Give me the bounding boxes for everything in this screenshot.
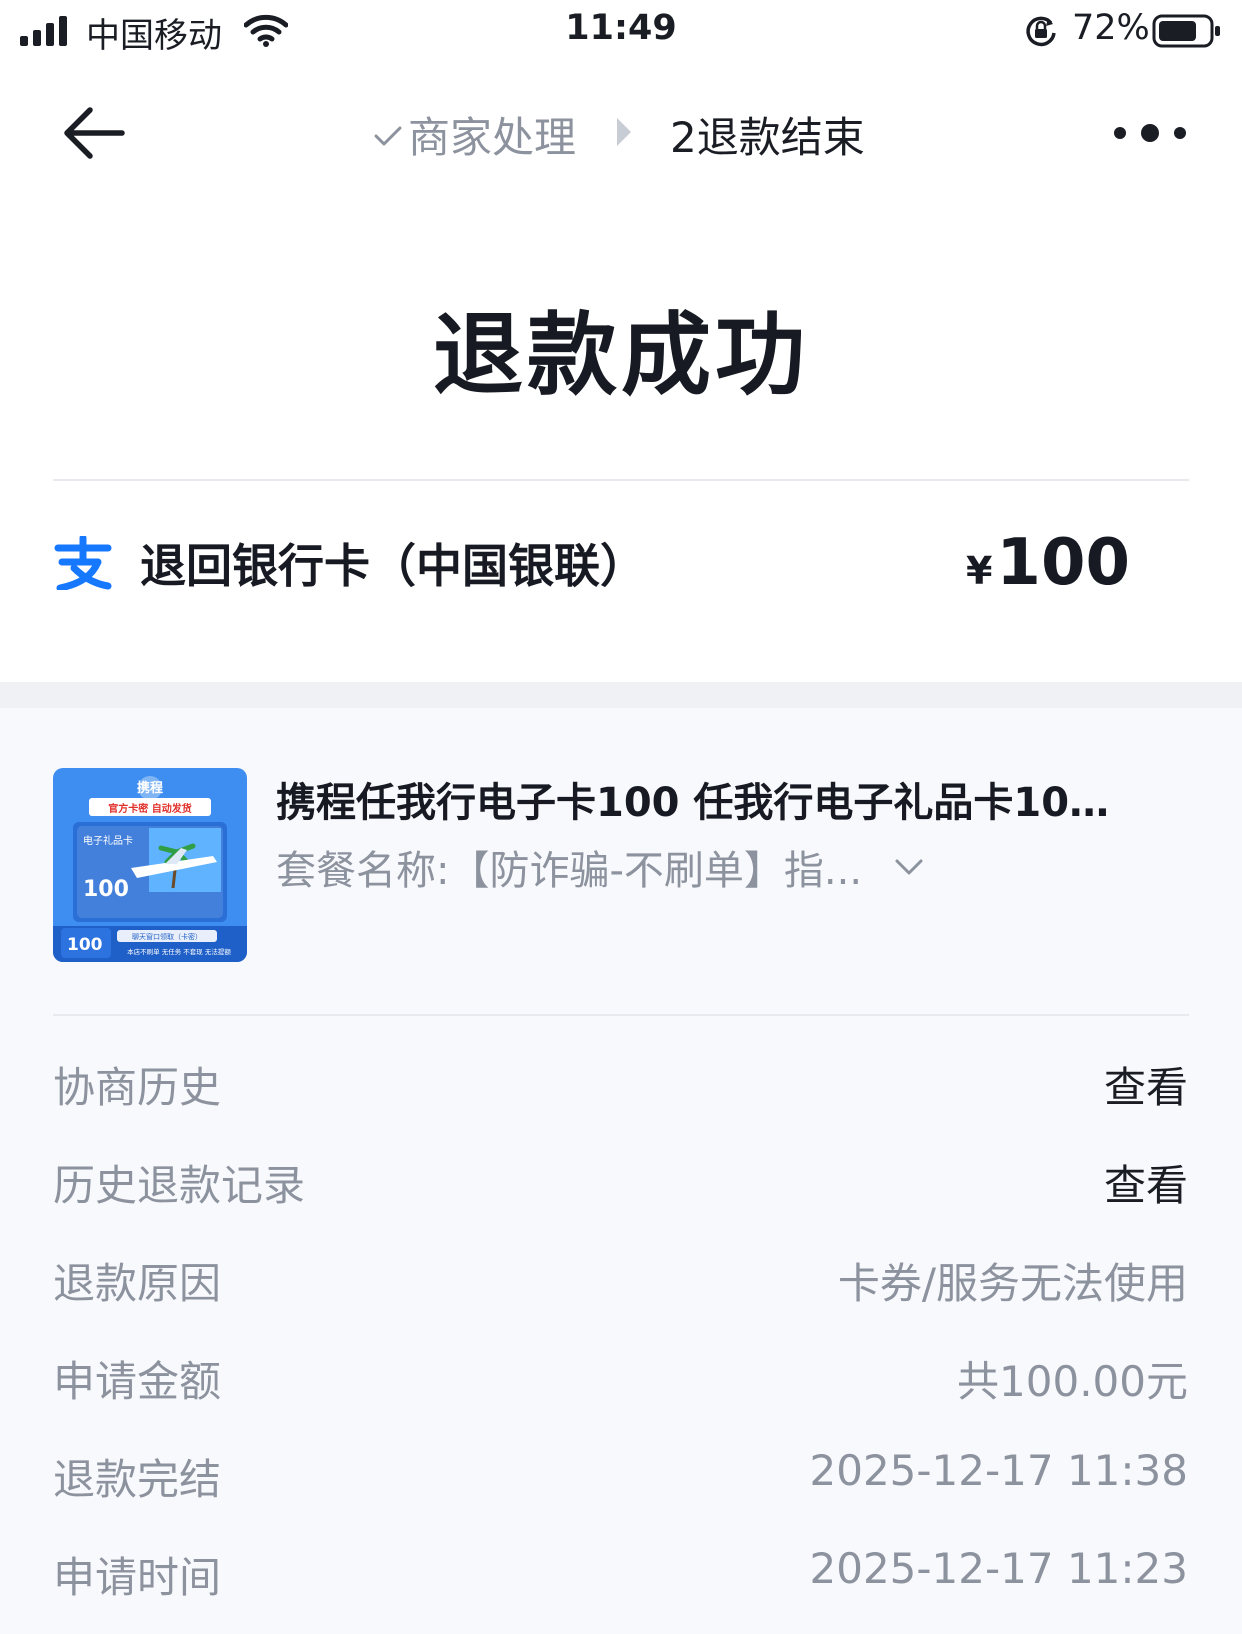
row-label-request-time: 申请时间 <box>53 1553 222 1602</box>
refund-completed-time: 2025-12-17 11:38 <box>809 1446 1188 1495</box>
row-label-refund-reason: 退款原因 <box>53 1259 222 1308</box>
package-name: 套餐名称:【防诈骗-不刷单】指... <box>276 848 863 894</box>
step-done-label: 商家处理 <box>408 113 577 162</box>
refund-destination: 退回银行卡（中国银联） <box>140 539 646 593</box>
divider <box>53 1014 1189 1016</box>
thumb-card-label: 电子礼品卡 <box>83 834 133 847</box>
requested-amount-value: 共100.00元 <box>957 1357 1188 1406</box>
refund-amount: ¥ 100 <box>966 526 1130 600</box>
product-thumbnail[interactable]: 携程 官方卡密 自动发货 电子礼品卡 100 100 聊天窗口领取（卡密） 本店… <box>53 768 247 962</box>
currency-symbol: ¥ <box>965 549 993 593</box>
more-icon[interactable] <box>1112 112 1188 154</box>
back-arrow-icon[interactable] <box>60 104 128 162</box>
step-current-label: 2退款结束 <box>670 113 865 162</box>
thumb-card-value: 100 <box>83 877 129 902</box>
request-time-value: 2025-12-17 11:23 <box>809 1544 1188 1593</box>
amount-value: 100 <box>996 526 1130 600</box>
package-selector[interactable]: 套餐名称:【防诈骗-不刷单】指... <box>276 838 926 896</box>
thumb-bottom-value: 100 <box>67 935 103 955</box>
page-title: 退款成功 <box>433 303 809 408</box>
thumb-brand: 携程 <box>137 780 163 796</box>
row-label-negotiation-history: 协商历史 <box>53 1063 222 1112</box>
status-bar: 中国移动 11:49 72% <box>0 0 1242 62</box>
thumb-note2: 本店不刷单 无任务 不套现 无法提额 <box>127 947 231 956</box>
section-separator <box>0 682 1242 708</box>
thumb-note1: 聊天窗口领取（卡密） <box>132 932 202 941</box>
thumb-banner: 官方卡密 自动发货 <box>108 802 191 815</box>
row-label-requested-amount: 申请金额 <box>53 1357 222 1406</box>
row-label-refund-completed: 退款完结 <box>53 1455 222 1504</box>
view-negotiation-history-link[interactable]: 查看 <box>1104 1054 1188 1115</box>
row-label-refund-history: 历史退款记录 <box>53 1161 306 1210</box>
alipay-icon <box>54 536 112 590</box>
rotation-lock-icon <box>1026 16 1056 47</box>
view-refund-history-link[interactable]: 查看 <box>1104 1152 1188 1213</box>
chevron-down-icon <box>895 859 923 875</box>
step-arrow-icon <box>617 118 631 146</box>
check-icon <box>374 126 402 145</box>
product-title[interactable]: 携程任我行电子卡100 任我行电子礼品卡100... <box>276 770 1136 828</box>
step-merchant-processing: 商家处理 <box>372 104 576 165</box>
divider <box>53 479 1189 481</box>
battery-icon <box>1152 14 1220 48</box>
battery-percent: 72% <box>1072 8 1150 48</box>
refund-reason-value: 卡券/服务无法使用 <box>837 1259 1188 1308</box>
